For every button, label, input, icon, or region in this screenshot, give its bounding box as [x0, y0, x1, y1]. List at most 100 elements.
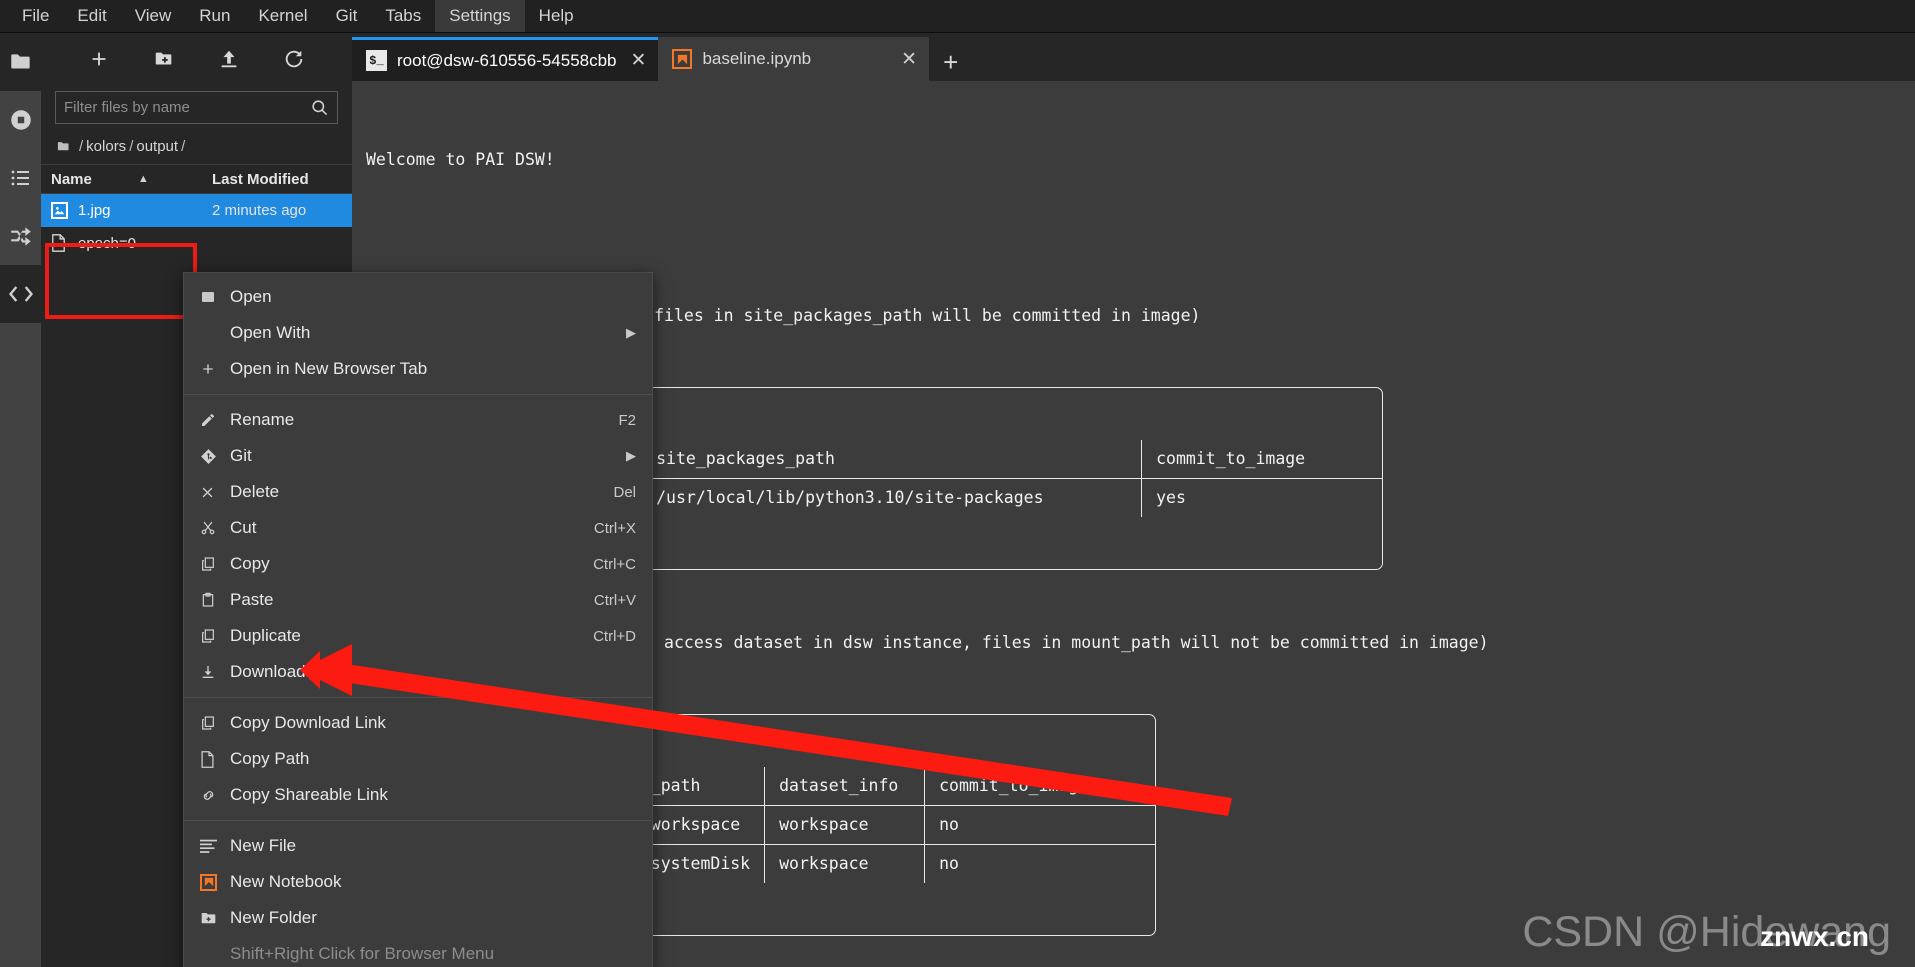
context-menu-item-open-new-browser-tab[interactable]: Open in New Browser Tab — [184, 351, 652, 387]
context-menu-item-copy-shareable-link[interactable]: Copy Shareable Link — [184, 777, 652, 813]
tab-bar: $_ root@dsw-610556-54558cbb ✕ baseline.i… — [352, 33, 1915, 81]
context-menu-label: New Notebook — [230, 872, 342, 891]
terminal-icon: $_ — [366, 50, 387, 71]
context-menu-item-new-folder[interactable]: New Folder — [184, 900, 652, 936]
context-menu-shortcut: Ctrl+D — [593, 627, 636, 645]
column-name[interactable]: Name ▲ — [51, 171, 212, 188]
breadcrumb-output[interactable]: output — [136, 138, 178, 155]
jupyterlab-window: File Edit View Run Kernel Git Tabs Setti… — [0, 0, 1915, 967]
lines-icon — [200, 839, 230, 854]
context-menu-label: Paste — [230, 590, 274, 609]
file-row-epoch[interactable]: epoch=0- — [41, 227, 352, 260]
menu-file[interactable]: File — [8, 0, 63, 32]
menu-edit[interactable]: Edit — [63, 0, 120, 32]
td-site-packages-path: /usr/local/lib/python3.10/site-packages — [641, 478, 1143, 517]
tab-label: root@dsw-610556-54558cbb — [397, 50, 617, 70]
notebook-icon — [200, 873, 230, 891]
context-menu-label: Copy — [230, 554, 270, 573]
menu-git[interactable]: Git — [322, 0, 372, 32]
filter-files-box[interactable] — [55, 91, 338, 124]
new-tab-button[interactable]: + — [929, 49, 972, 81]
context-menu-shortcut: Del — [613, 483, 636, 501]
tab-label: baseline.ipynb — [702, 49, 812, 68]
context-menu-label: Cut — [230, 518, 257, 537]
file-label: 1.jpg — [78, 202, 111, 219]
terminal-spacer — [366, 225, 1915, 251]
th-commit-to-image: commit_to_image — [1141, 440, 1382, 479]
context-menu-item-rename[interactable]: Rename F2 — [184, 402, 652, 438]
context-menu-label: Download — [230, 662, 306, 681]
code-snippets-icon[interactable] — [0, 265, 41, 323]
upload-icon[interactable] — [214, 44, 244, 74]
context-menu-item-open-with[interactable]: Open With ▶ — [184, 315, 652, 351]
context-menu-separator — [184, 820, 652, 821]
context-menu-label: Copy Download Link — [230, 713, 386, 732]
search-input[interactable] — [64, 99, 310, 116]
folder-icon[interactable] — [55, 139, 72, 154]
context-menu-item-new-file[interactable]: New File — [184, 828, 652, 864]
open-square-icon — [200, 289, 230, 305]
column-last-modified[interactable]: Last Modified — [212, 171, 342, 188]
plus-icon — [200, 361, 230, 377]
th-commit-to-image: commit_to_image — [924, 767, 1155, 806]
breadcrumb-kolors[interactable]: kolors — [86, 138, 126, 155]
context-menu-item-copy[interactable]: Copy Ctrl+C — [184, 546, 652, 582]
close-icon[interactable]: ✕ — [821, 50, 917, 69]
context-menu-label: Rename — [230, 410, 295, 429]
menu-kernel[interactable]: Kernel — [244, 0, 321, 32]
refresh-icon[interactable] — [279, 44, 309, 74]
new-folder-icon — [200, 911, 230, 926]
breadcrumb: / kolors / output / — [41, 134, 352, 164]
close-icon[interactable]: ✕ — [627, 51, 647, 70]
context-menu-item-git[interactable]: Git ▶ — [184, 438, 652, 474]
file-row-1jpg[interactable]: 1.jpg 2 minutes ago — [41, 194, 352, 227]
context-menu-label: New Folder — [230, 908, 317, 927]
file-name-cell: 1.jpg — [51, 202, 212, 219]
new-launcher-button[interactable] — [84, 44, 114, 74]
context-menu-item-paste[interactable]: Paste Ctrl+V — [184, 582, 652, 618]
image-file-icon — [51, 202, 68, 219]
new-folder-icon[interactable] — [149, 44, 179, 74]
tab-notebook[interactable]: baseline.ipynb ✕ — [658, 37, 930, 81]
menu-help[interactable]: Help — [525, 0, 588, 32]
context-menu-label: Copy Path — [230, 749, 310, 768]
context-menu-item-open[interactable]: Open — [184, 279, 652, 315]
th-site-packages-path: site_packages_path — [641, 440, 1143, 479]
page-icon — [200, 750, 230, 768]
running-terminals-icon[interactable] — [0, 91, 41, 149]
context-menu-item-download[interactable]: Download — [184, 654, 652, 690]
menu-tabs[interactable]: Tabs — [371, 0, 435, 32]
close-x-icon — [200, 485, 230, 500]
context-menu-item-cut[interactable]: Cut Ctrl+X — [184, 510, 652, 546]
context-menu-label: Open in New Browser Tab — [230, 359, 428, 378]
tab-terminal[interactable]: $_ root@dsw-610556-54558cbb ✕ — [352, 37, 659, 81]
context-menu-item-delete[interactable]: Delete Del — [184, 474, 652, 510]
context-menu-item-copy-path[interactable]: Copy Path — [184, 741, 652, 777]
file-name-cell: epoch=0- — [51, 234, 212, 253]
context-menu-item-new-notebook[interactable]: New Notebook — [184, 864, 652, 900]
context-menu-label: Delete — [230, 482, 280, 501]
sort-caret-icon: ▲ — [137, 173, 149, 185]
breadcrumb-sep-0: / — [79, 138, 84, 155]
scissors-icon — [200, 520, 230, 536]
notebook-icon — [672, 49, 693, 69]
table-of-contents-icon[interactable] — [0, 149, 41, 207]
context-menu-shortcut: Ctrl+C — [593, 555, 636, 573]
extension-shuffle-icon[interactable] — [0, 207, 41, 265]
pencil-icon — [200, 412, 230, 428]
copy-icon — [200, 628, 230, 644]
menu-view[interactable]: View — [121, 0, 186, 32]
chevron-right-icon: ▶ — [626, 325, 636, 340]
context-menu-shortcut: F2 — [618, 411, 636, 429]
context-menu-label: Shift+Right Click for Browser Menu — [230, 944, 495, 963]
breadcrumb-sep-1: / — [129, 138, 134, 155]
menu-settings[interactable]: Settings — [435, 0, 525, 32]
context-menu-item-duplicate[interactable]: Duplicate Ctrl+D — [184, 618, 652, 654]
git-icon — [200, 448, 230, 465]
menu-run[interactable]: Run — [185, 0, 244, 32]
file-browser-icon[interactable] — [0, 33, 41, 91]
file-context-menu[interactable]: Open Open With ▶ Open in New Browser Tab… — [183, 272, 653, 967]
td-dataset-info: workspace — [764, 844, 926, 883]
context-menu-item-copy-download-link[interactable]: Copy Download Link — [184, 705, 652, 741]
copy-icon — [200, 556, 230, 572]
